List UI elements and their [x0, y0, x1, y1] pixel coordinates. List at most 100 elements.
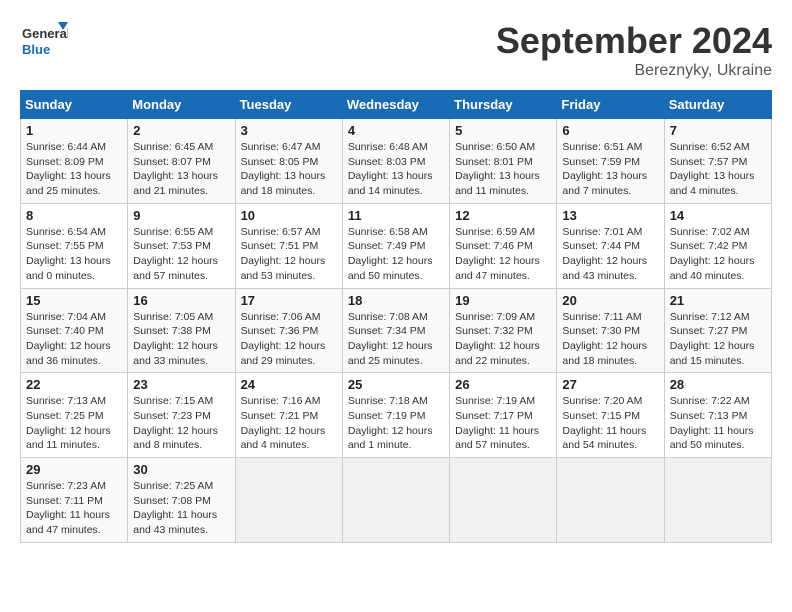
calendar-cell: 11 Sunrise: 6:58 AMSunset: 7:49 PMDayligh…: [342, 203, 449, 288]
calendar-cell: 24 Sunrise: 7:16 AMSunset: 7:21 PMDayligh…: [235, 373, 342, 458]
day-number: 19: [455, 293, 551, 308]
day-number: 28: [670, 377, 766, 392]
day-number: 25: [348, 377, 444, 392]
day-info: Sunrise: 6:57 AMSunset: 7:51 PMDaylight:…: [241, 225, 337, 284]
day-info: Sunrise: 7:06 AMSunset: 7:36 PMDaylight:…: [241, 310, 337, 369]
day-number: 11: [348, 208, 444, 223]
calendar-cell: [450, 458, 557, 543]
day-info: Sunrise: 7:02 AMSunset: 7:42 PMDaylight:…: [670, 225, 766, 284]
svg-text:General: General: [22, 26, 68, 41]
day-info: Sunrise: 7:13 AMSunset: 7:25 PMDaylight:…: [26, 394, 122, 453]
day-number: 10: [241, 208, 337, 223]
weekday-header-friday: Friday: [557, 91, 664, 119]
weekday-header-wednesday: Wednesday: [342, 91, 449, 119]
day-number: 15: [26, 293, 122, 308]
calendar-cell: 22 Sunrise: 7:13 AMSunset: 7:25 PMDayligh…: [21, 373, 128, 458]
calendar-cell: 3 Sunrise: 6:47 AMSunset: 8:05 PMDaylight…: [235, 119, 342, 204]
weekday-header-monday: Monday: [128, 91, 235, 119]
calendar-cell: 20 Sunrise: 7:11 AMSunset: 7:30 PMDayligh…: [557, 288, 664, 373]
calendar-cell: 19 Sunrise: 7:09 AMSunset: 7:32 PMDayligh…: [450, 288, 557, 373]
day-info: Sunrise: 7:22 AMSunset: 7:13 PMDaylight:…: [670, 394, 766, 453]
calendar-cell: 28 Sunrise: 7:22 AMSunset: 7:13 PMDayligh…: [664, 373, 771, 458]
day-number: 5: [455, 123, 551, 138]
day-info: Sunrise: 7:18 AMSunset: 7:19 PMDaylight:…: [348, 394, 444, 453]
day-number: 1: [26, 123, 122, 138]
calendar-cell: 17Sunrise: 7:06 AMSunset: 7:36 PMDayligh…: [235, 288, 342, 373]
day-info: Sunrise: 6:52 AMSunset: 7:57 PMDaylight:…: [670, 140, 766, 199]
day-number: 22: [26, 377, 122, 392]
calendar-week-row: 1Sunrise: 6:44 AMSunset: 8:09 PMDaylight…: [21, 119, 772, 204]
day-number: 12: [455, 208, 551, 223]
day-number: 20: [562, 293, 658, 308]
day-info: Sunrise: 7:15 AMSunset: 7:23 PMDaylight:…: [133, 394, 229, 453]
calendar-cell: [342, 458, 449, 543]
calendar-cell: 26 Sunrise: 7:19 AMSunset: 7:17 PMDayligh…: [450, 373, 557, 458]
day-info: Sunrise: 7:08 AMSunset: 7:34 PMDaylight:…: [348, 310, 444, 369]
calendar-cell: 4 Sunrise: 6:48 AMSunset: 8:03 PMDaylight…: [342, 119, 449, 204]
day-info: Sunrise: 6:47 AMSunset: 8:05 PMDaylight:…: [241, 140, 337, 199]
calendar-cell: 14 Sunrise: 7:02 AMSunset: 7:42 PMDayligh…: [664, 203, 771, 288]
calendar-cell: 5 Sunrise: 6:50 AMSunset: 8:01 PMDaylight…: [450, 119, 557, 204]
day-info: Sunrise: 7:19 AMSunset: 7:17 PMDaylight:…: [455, 394, 551, 453]
day-info: Sunrise: 6:58 AMSunset: 7:49 PMDaylight:…: [348, 225, 444, 284]
day-info: Sunrise: 7:04 AMSunset: 7:40 PMDaylight:…: [26, 310, 122, 369]
day-number: 21: [670, 293, 766, 308]
day-number: 13: [562, 208, 658, 223]
day-info: Sunrise: 7:25 AMSunset: 7:08 PMDaylight:…: [133, 479, 229, 538]
calendar-cell: 18 Sunrise: 7:08 AMSunset: 7:34 PMDayligh…: [342, 288, 449, 373]
calendar-cell: [664, 458, 771, 543]
day-number: 6: [562, 123, 658, 138]
weekday-header-saturday: Saturday: [664, 91, 771, 119]
day-info: Sunrise: 7:23 AMSunset: 7:11 PMDaylight:…: [26, 479, 122, 538]
day-info: Sunrise: 6:51 AMSunset: 7:59 PMDaylight:…: [562, 140, 658, 199]
day-number: 8: [26, 208, 122, 223]
calendar-cell: 16 Sunrise: 7:05 AMSunset: 7:38 PMDayligh…: [128, 288, 235, 373]
svg-text:Blue: Blue: [22, 42, 50, 57]
title-area: September 2024 Bereznyky, Ukraine: [496, 20, 772, 80]
day-info: Sunrise: 7:11 AMSunset: 7:30 PMDaylight:…: [562, 310, 658, 369]
day-number: 4: [348, 123, 444, 138]
day-number: 18: [348, 293, 444, 308]
day-number: 7: [670, 123, 766, 138]
day-number: 3: [241, 123, 337, 138]
weekday-header-thursday: Thursday: [450, 91, 557, 119]
day-number: 9: [133, 208, 229, 223]
location-subtitle: Bereznyky, Ukraine: [496, 62, 772, 80]
calendar-cell: 23 Sunrise: 7:15 AMSunset: 7:23 PMDayligh…: [128, 373, 235, 458]
calendar-week-row: 29Sunrise: 7:23 AMSunset: 7:11 PMDayligh…: [21, 458, 772, 543]
calendar-cell: 8Sunrise: 6:54 AMSunset: 7:55 PMDaylight…: [21, 203, 128, 288]
weekday-header-tuesday: Tuesday: [235, 91, 342, 119]
calendar-cell: 27Sunrise: 7:20 AMSunset: 7:15 PMDayligh…: [557, 373, 664, 458]
day-info: Sunrise: 7:16 AMSunset: 7:21 PMDaylight:…: [241, 394, 337, 453]
day-number: 16: [133, 293, 229, 308]
day-info: Sunrise: 6:45 AMSunset: 8:07 PMDaylight:…: [133, 140, 229, 199]
calendar-cell: 21 Sunrise: 7:12 AMSunset: 7:27 PMDayligh…: [664, 288, 771, 373]
logo-svg: General Blue: [20, 20, 68, 68]
calendar-cell: 12Sunrise: 6:59 AMSunset: 7:46 PMDayligh…: [450, 203, 557, 288]
day-info: Sunrise: 6:50 AMSunset: 8:01 PMDaylight:…: [455, 140, 551, 199]
day-info: Sunrise: 6:48 AMSunset: 8:03 PMDaylight:…: [348, 140, 444, 199]
calendar-cell: 1Sunrise: 6:44 AMSunset: 8:09 PMDaylight…: [21, 119, 128, 204]
calendar-cell: 29Sunrise: 7:23 AMSunset: 7:11 PMDayligh…: [21, 458, 128, 543]
calendar-cell: 10 Sunrise: 6:57 AMSunset: 7:51 PMDayligh…: [235, 203, 342, 288]
month-title: September 2024: [496, 20, 772, 62]
logo: General Blue: [20, 20, 68, 68]
calendar-cell: 6 Sunrise: 6:51 AMSunset: 7:59 PMDaylight…: [557, 119, 664, 204]
day-number: 14: [670, 208, 766, 223]
calendar-cell: 30 Sunrise: 7:25 AMSunset: 7:08 PMDayligh…: [128, 458, 235, 543]
weekday-header-row: SundayMondayTuesdayWednesdayThursdayFrid…: [21, 91, 772, 119]
day-number: 23: [133, 377, 229, 392]
day-info: Sunrise: 7:12 AMSunset: 7:27 PMDaylight:…: [670, 310, 766, 369]
day-number: 24: [241, 377, 337, 392]
day-info: Sunrise: 7:01 AMSunset: 7:44 PMDaylight:…: [562, 225, 658, 284]
calendar-cell: [557, 458, 664, 543]
day-info: Sunrise: 7:09 AMSunset: 7:32 PMDaylight:…: [455, 310, 551, 369]
day-number: 30: [133, 462, 229, 477]
calendar-cell: 9Sunrise: 6:55 AMSunset: 7:53 PMDaylight…: [128, 203, 235, 288]
calendar-week-row: 8Sunrise: 6:54 AMSunset: 7:55 PMDaylight…: [21, 203, 772, 288]
day-number: 26: [455, 377, 551, 392]
calendar-week-row: 15 Sunrise: 7:04 AMSunset: 7:40 PMDayligh…: [21, 288, 772, 373]
calendar-cell: 13 Sunrise: 7:01 AMSunset: 7:44 PMDayligh…: [557, 203, 664, 288]
day-info: Sunrise: 7:05 AMSunset: 7:38 PMDaylight:…: [133, 310, 229, 369]
calendar-week-row: 22 Sunrise: 7:13 AMSunset: 7:25 PMDayligh…: [21, 373, 772, 458]
